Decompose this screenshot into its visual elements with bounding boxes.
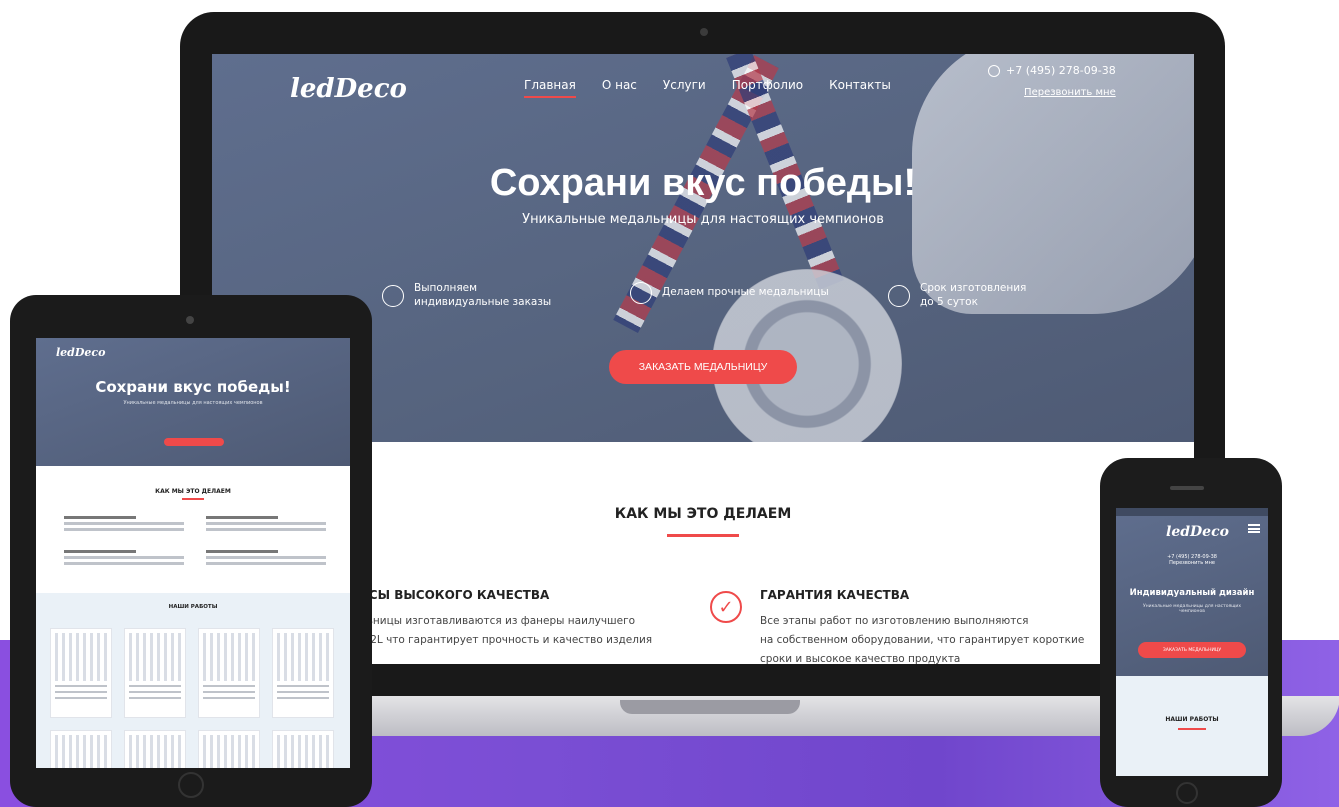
phone-logo: ledDeco [1166, 524, 1229, 540]
tablet-section-title: КАК МЫ ЭТО ДЕЛАЕМ [155, 488, 231, 495]
work-card [50, 730, 112, 768]
feature-durable: Делаем прочные медальницы [630, 282, 829, 304]
phone-status-bar [1116, 508, 1268, 516]
phone-screen: ledDeco +7 (495) 278-09-38 Перезвонить м… [1116, 508, 1268, 776]
block-text: сроки и высокое качество продукта [760, 652, 961, 664]
title-underline [182, 498, 204, 500]
feature-custom-orders: Выполняем индивидуальные заказы [382, 282, 551, 309]
work-card [50, 628, 112, 718]
phone-order-button: ЗАКАЗАТЬ МЕДАЛЬНИЦУ [1138, 642, 1246, 658]
hamburger-menu-icon [1248, 524, 1260, 533]
quality-guarantee-block: ГАРАНТИЯ КАЧЕСТВА Все этапы работ по изг… [760, 588, 1090, 664]
main-nav: Главная О нас Услуги Портфолио Контакты [524, 78, 891, 98]
work-card [198, 628, 260, 718]
block-text: Все этапы работ по изготовлению выполняю… [760, 615, 1029, 627]
work-card [272, 730, 334, 768]
phone-line: +7 (495) 278-09-38 [988, 64, 1116, 77]
tablet-feature-row [64, 516, 184, 538]
feature-text: Срок изготовления [920, 282, 1027, 294]
block-title: РСЫ ВЫСОКОГО КАЧЕСТВА [360, 588, 550, 602]
feature-text: до 5 суток [920, 295, 978, 308]
title-underline [1178, 728, 1206, 730]
tablet-works-title: НАШИ РАБОТЫ [168, 604, 218, 610]
quality-materials-block: РСЫ ВЫСОКОГО КАЧЕСТВА льницы изготавлива… [360, 588, 690, 650]
clock-icon [888, 284, 910, 307]
tablet-feature-row [206, 550, 326, 572]
phone-works-section [1116, 676, 1268, 776]
feature-text: индивидуальные заказы [414, 295, 552, 308]
check-circle-icon: ✓ [710, 591, 742, 623]
feature-deadline: Срок изготовления до 5 суток [888, 282, 1026, 309]
tablet-camera [186, 316, 194, 324]
hero-title: Сохрани вкус победы! [489, 162, 917, 204]
user-icon [382, 284, 404, 307]
hero-subtitle: Уникальные медальницы для настоящих чемп… [522, 212, 884, 227]
nav-item-services[interactable]: Услуги [663, 78, 706, 98]
tablet-hero-title: Сохрани вкус победы! [95, 378, 291, 396]
callback-link: Перезвонить мне [1169, 560, 1215, 566]
block-text: на собственном оборудовании, что гаранти… [760, 633, 1085, 646]
phone-contact: +7 (495) 278-09-38 Перезвонить мне [1116, 554, 1268, 566]
work-card [272, 628, 334, 718]
phone-number[interactable]: +7 (495) 278-09-38 [1006, 64, 1116, 77]
phone-hero-title: Индивидуальный дизайн [1129, 588, 1255, 598]
feature-text: Делаем прочные медальницы [662, 286, 829, 299]
laptop-camera [700, 28, 708, 36]
nav-item-portfolio[interactable]: Портфолио [732, 78, 803, 98]
phone-icon [988, 64, 1000, 77]
work-card [124, 730, 186, 768]
tablet-feature-row [206, 516, 326, 538]
block-title: ГАРАНТИЯ КАЧЕСТВА [760, 588, 910, 602]
tablet-logo: ledDeco [56, 346, 106, 359]
tablet-screen: ledDeco Сохрани вкус победы! Уникальные … [36, 338, 350, 768]
laptop-notch [620, 700, 800, 714]
nav-item-home[interactable]: Главная [524, 78, 576, 98]
block-text: 1/2L что гарантирует прочность и качеств… [360, 633, 653, 646]
work-card [124, 628, 186, 718]
order-button[interactable]: ЗАКАЗАТЬ МЕДАЛЬНИЦУ [609, 350, 797, 384]
nav-item-contacts[interactable]: Контакты [829, 78, 891, 98]
shield-icon [630, 282, 652, 304]
contact-box: +7 (495) 278-09-38 Перезвонить мне [988, 64, 1116, 99]
phone-works-title: НАШИ РАБОТЫ [1165, 716, 1219, 723]
feature-text: Выполняем [414, 282, 478, 294]
tablet-hero-subtitle: Уникальные медальницы для настоящих чемп… [123, 400, 263, 406]
tablet-order-button [164, 438, 224, 446]
nav-item-about[interactable]: О нас [602, 78, 637, 98]
work-card [198, 730, 260, 768]
callback-link[interactable]: Перезвонить мне [1024, 87, 1116, 98]
block-text: льницы изготавливаются из фанеры наилучш… [360, 615, 636, 627]
tablet-feature-row [64, 550, 184, 572]
site-logo[interactable]: ledDeco [290, 74, 407, 104]
phone-speaker [1170, 486, 1204, 490]
tablet-home-button [178, 772, 204, 798]
phone-home-button [1176, 782, 1198, 804]
phone-hero-subtitle: Уникальные медальницы для настоящих чемп… [1143, 604, 1241, 614]
title-underline [667, 534, 739, 537]
